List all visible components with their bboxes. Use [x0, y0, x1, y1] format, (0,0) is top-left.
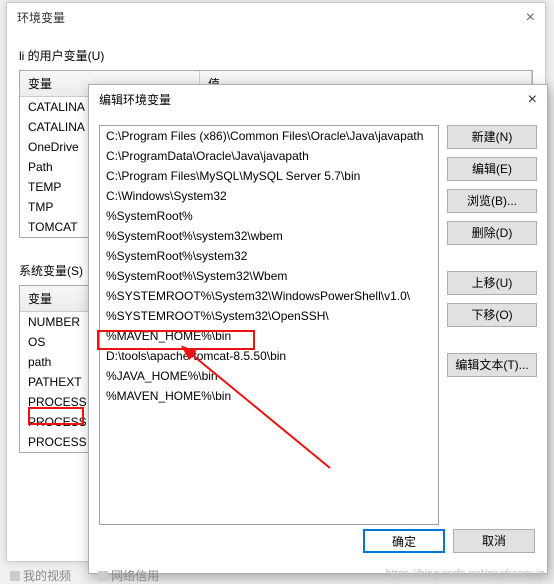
path-list[interactable]: C:\Program Files (x86)\Common Files\Orac… — [99, 125, 439, 525]
edit-title-text: 编辑环境变量 — [99, 85, 171, 115]
folder-icon — [10, 571, 20, 581]
edit-button[interactable]: 编辑(E) — [447, 157, 537, 181]
path-row[interactable]: C:\Program Files (x86)\Common Files\Orac… — [100, 126, 438, 146]
parent-titlebar: 环境变量 × — [7, 3, 545, 33]
path-row[interactable]: %MAVEN_HOME%\bin — [100, 326, 438, 346]
new-button[interactable]: 新建(N) — [447, 125, 537, 149]
close-icon[interactable]: × — [526, 3, 535, 33]
watermark: https://blog.csdn.net/mydream.jg — [385, 568, 544, 580]
path-row[interactable]: D:\tools\apache-tomcat-8.5.50\bin — [100, 346, 438, 366]
path-row[interactable]: %SYSTEMROOT%\System32\OpenSSH\ — [100, 306, 438, 326]
taskbar-peek: 我的视频 网络信用 — [10, 567, 183, 584]
browse-button[interactable]: 浏览(B)... — [447, 189, 537, 213]
folder-icon — [98, 571, 108, 581]
edit-text-button[interactable]: 编辑文本(T)... — [447, 353, 537, 377]
path-row[interactable]: %SystemRoot%\System32\Wbem — [100, 266, 438, 286]
path-row[interactable]: %SystemRoot% — [100, 206, 438, 226]
edit-env-var-dialog: 编辑环境变量 × C:\Program Files (x86)\Common F… — [88, 84, 548, 574]
cancel-button[interactable]: 取消 — [453, 529, 535, 553]
user-vars-label: li 的用户变量(U) — [19, 47, 533, 64]
ok-button[interactable]: 确定 — [363, 529, 445, 553]
move-up-button[interactable]: 上移(U) — [447, 271, 537, 295]
action-column: 新建(N) 编辑(E) 浏览(B)... 删除(D) 上移(U) 下移(O) 编… — [447, 125, 537, 525]
path-row[interactable]: %SystemRoot%\system32 — [100, 246, 438, 266]
path-row[interactable]: %SystemRoot%\system32\wbem — [100, 226, 438, 246]
path-row[interactable]: C:\Program Files\MySQL\MySQL Server 5.7\… — [100, 166, 438, 186]
path-row[interactable]: C:\Windows\System32 — [100, 186, 438, 206]
path-row[interactable]: %SYSTEMROOT%\System32\WindowsPowerShell\… — [100, 286, 438, 306]
path-row[interactable]: C:\ProgramData\Oracle\Java\javapath — [100, 146, 438, 166]
parent-title-text: 环境变量 — [17, 3, 65, 33]
close-icon[interactable]: × — [528, 85, 537, 115]
move-down-button[interactable]: 下移(O) — [447, 303, 537, 327]
path-row[interactable]: %JAVA_HOME%\bin — [100, 366, 438, 386]
edit-titlebar: 编辑环境变量 × — [89, 85, 547, 115]
delete-button[interactable]: 删除(D) — [447, 221, 537, 245]
path-row[interactable]: %MAVEN_HOME%\bin — [100, 386, 438, 406]
